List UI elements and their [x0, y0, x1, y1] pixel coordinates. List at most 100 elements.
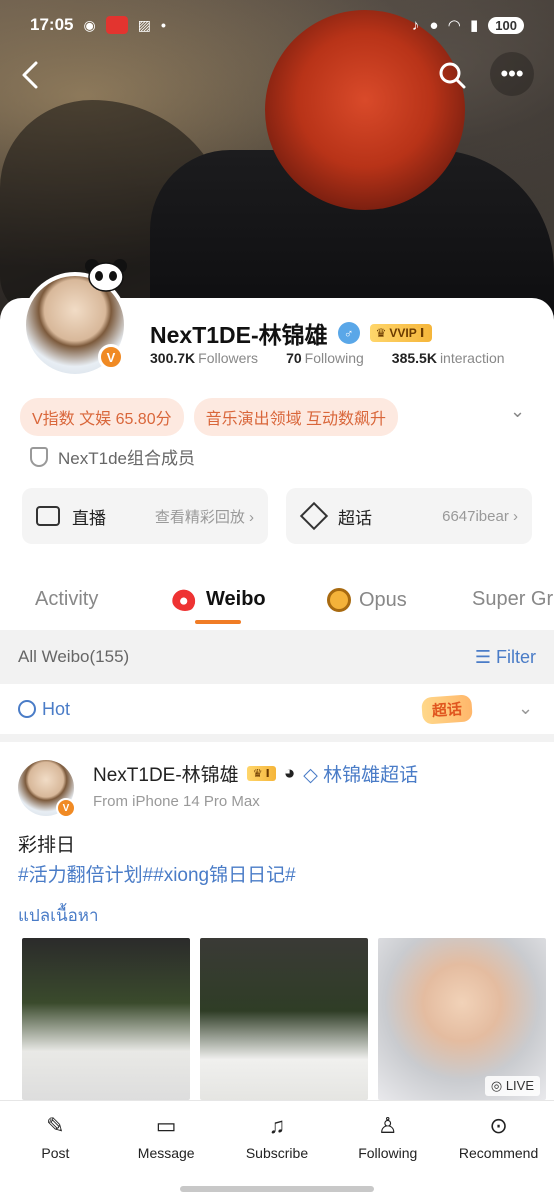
more-dots-icon: ••• — [500, 61, 524, 86]
stat-value: 300.7K — [150, 350, 196, 366]
chevron-down-icon[interactable]: ⌄ — [510, 401, 525, 422]
stat-following[interactable]: 70 Following — [286, 350, 364, 366]
stat-label: Followers — [198, 350, 259, 366]
chevron-down-icon[interactable]: ⌄ — [518, 698, 533, 719]
crown-icon: ♛ — [375, 326, 387, 340]
tab-label: Weibo — [206, 588, 266, 610]
tab-label: Activity — [35, 588, 99, 610]
recommend-button-label: Recommend — [458, 1145, 539, 1161]
panda-icon: ◕ — [283, 762, 296, 784]
recommend-button[interactable]: ⊙ Recommend — [449, 1113, 549, 1200]
signal-icon: ▮ — [470, 17, 479, 34]
post-photo[interactable] — [22, 938, 190, 1100]
post-button-label: Post — [41, 1145, 70, 1161]
tab-super-group[interactable]: Super Gr — [472, 588, 553, 611]
location-icon: ● — [429, 16, 439, 34]
message-icon: ▭ — [155, 1113, 177, 1138]
profile-name: NexT1DE-林锦雄 — [150, 322, 328, 348]
battery-indicator: 100 — [488, 16, 524, 34]
crown-icon: ♛ — [252, 768, 263, 780]
profile-tabs: Activity Weibo Opus Super Gr — [0, 578, 554, 628]
post-avatar[interactable]: V — [18, 760, 76, 818]
supertopic-card-title: 超话 — [338, 508, 372, 528]
organization-label: NexT1de组合成员 — [58, 449, 195, 468]
post-photos: ◎ LIVE — [22, 938, 546, 1100]
supertopic-badge[interactable]: 超话 — [421, 694, 473, 725]
tab-weibo[interactable]: Weibo — [172, 588, 266, 611]
post-supertopic-link[interactable]: ◇ 林锦雄超话 — [303, 760, 418, 787]
message-button-label: Message — [137, 1145, 195, 1161]
weibo-notification-icon: ◉ — [83, 16, 96, 33]
hot-label[interactable]: Hot — [42, 699, 70, 720]
search-icon — [439, 62, 466, 89]
more-button[interactable]: ••• — [490, 52, 534, 96]
opus-icon — [327, 588, 351, 612]
profile-tags: V指数 文娱 65.80分 音乐演出领域 互动数飙升 — [20, 398, 399, 436]
stat-value: 385.5K — [391, 350, 437, 366]
gender-badge-icon: ♂ — [337, 322, 360, 344]
stat-followers[interactable]: 300.7K Followers — [150, 350, 258, 366]
feature-cards: 直播 查看精彩回放 › 超话 6647ibear › — [22, 488, 532, 544]
post-vip-badge: ♛ Ⅰ — [246, 766, 276, 781]
live-label: LIVE — [505, 1078, 534, 1093]
weibo-icon — [172, 588, 198, 611]
app-notification-icon — [105, 16, 128, 34]
live-card-sub: 查看精彩回放 › — [154, 508, 254, 526]
tag-music-domain[interactable]: 音乐演出领域 互动数飙升 — [193, 398, 399, 436]
tab-label: Super Gr — [472, 588, 554, 610]
post-hashtags[interactable]: #活力翻倍计划##xiong锦日日记# — [18, 860, 296, 887]
tab-opus[interactable]: Opus — [327, 588, 407, 612]
tv-icon — [36, 506, 60, 526]
filter-label: Filter — [496, 646, 536, 667]
hot-row: Hot 超话 ⌄ — [0, 684, 554, 742]
translate-link[interactable]: แปลเนื้อหา — [18, 902, 99, 929]
chevron-left-icon — [22, 61, 38, 89]
post-supertopic-label: 林锦雄超话 — [323, 765, 419, 786]
recommend-icon: ⊙ — [489, 1113, 508, 1138]
wifi-icon: ◠ — [448, 17, 461, 34]
profile-stats: 300.7K Followers 70 Following 385.5K intera… — [150, 350, 505, 366]
back-button[interactable] — [10, 55, 50, 95]
home-indicator[interactable] — [180, 1186, 374, 1192]
profile-organization: NexT1de组合成员 — [30, 444, 195, 469]
shield-icon — [30, 446, 48, 467]
filter-button[interactable]: ☰ Filter — [475, 647, 536, 668]
tab-activity[interactable]: Activity — [35, 588, 98, 611]
pattern-notification-icon: ▨ — [137, 16, 151, 33]
vvip-badge[interactable]: ♛ VVIP Ⅰ — [369, 324, 433, 342]
user-check-icon: ♙ — [377, 1113, 398, 1138]
post-photo[interactable]: ◎ LIVE — [378, 938, 546, 1100]
all-weibo-count[interactable]: All Weibo(155) — [18, 647, 129, 667]
hot-icon — [18, 700, 36, 718]
post-author-name[interactable]: NexT1DE-林锦雄 — [93, 760, 239, 787]
profile-card: V NexT1DE-林锦雄 ♂ ♛ VVIP Ⅰ 300.7K Followers… — [0, 259, 554, 1200]
following-button-label: Following — [358, 1145, 418, 1161]
post-source: From iPhone 14 Pro Max — [93, 793, 260, 810]
post-button[interactable]: ✎ Post — [5, 1113, 105, 1200]
weibo-list-header: All Weibo(155) ☰ Filter — [0, 630, 554, 684]
active-tab-indicator — [195, 620, 241, 624]
panda-decoration-icon — [85, 259, 127, 292]
post-photo[interactable] — [200, 938, 368, 1100]
stat-interaction[interactable]: 385.5K interaction — [392, 350, 505, 366]
stat-label: Following — [304, 350, 364, 366]
live-card[interactable]: 直播 查看精彩回放 › — [22, 488, 268, 544]
filter-icon: ☰ — [474, 646, 491, 667]
diamond-icon — [299, 501, 329, 531]
live-card-title: 直播 — [72, 508, 106, 528]
tab-label: Opus — [359, 588, 407, 611]
status-bar: 17:05 ◉ ▨ • ♪ ● ◠ ▮ 100 — [0, 0, 554, 50]
post-text: 彩排日 — [18, 835, 76, 856]
profile-name-row: NexT1DE-林锦雄 ♂ ♛ VVIP Ⅰ — [150, 316, 433, 350]
pen-icon: ✎ — [46, 1113, 65, 1138]
search-button[interactable] — [432, 55, 472, 95]
subscribe-button-label: Subscribe — [245, 1145, 309, 1161]
live-icon: ◎ — [490, 1078, 503, 1093]
post-vip-level: Ⅰ — [265, 768, 270, 780]
post-author-row: NexT1DE-林锦雄 ♛ Ⅰ ◕ ◇ 林锦雄超话 — [93, 760, 418, 787]
bottom-action-bar: ✎ Post ▭ Message ♫ Subscribe ♙ Following… — [0, 1100, 554, 1200]
live-photo-badge: ◎ LIVE — [484, 1076, 540, 1096]
tag-v-index[interactable]: V指数 文娱 65.80分 — [20, 398, 184, 436]
supertopic-card[interactable]: 超话 6647ibear › — [286, 488, 532, 544]
verified-badge: V — [98, 344, 124, 370]
